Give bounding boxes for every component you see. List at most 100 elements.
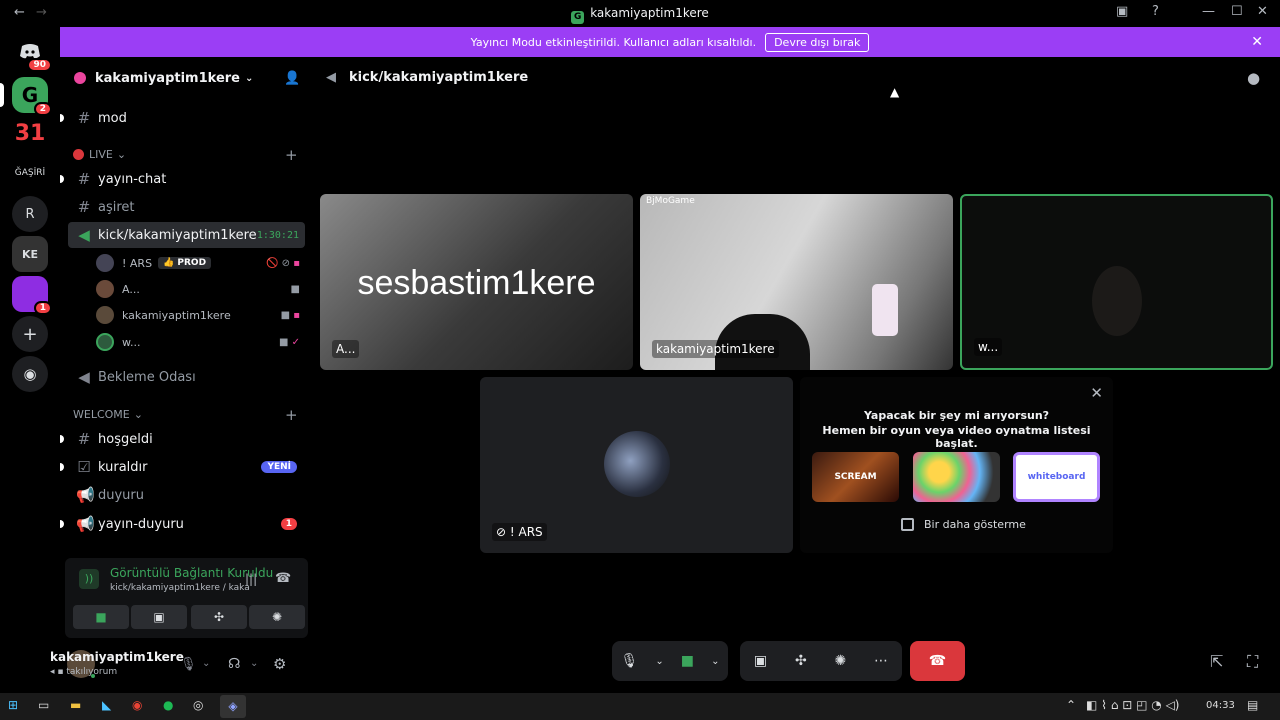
file-explorer-icon[interactable]: ▬ [70,698,81,712]
video-tile-speaking[interactable]: w... [960,194,1273,370]
channel-label: hoşgeldi [98,431,153,447]
purple-server-icon[interactable]: 1 [12,276,52,315]
close-icon[interactable]: ✕ [1251,34,1263,50]
soundboard-button[interactable]: ✺ [249,605,305,629]
activity-icon[interactable]: ✣ [795,653,807,669]
green-server-icon[interactable]: G 2 [12,77,52,116]
vscode-icon[interactable]: ◣ [102,698,111,712]
app-icon[interactable]: ◎ [193,698,203,712]
add-server-icon[interactable]: + [12,316,48,352]
add-friend-icon[interactable]: 👤 [284,71,300,86]
help-icon[interactable]: ? [1152,4,1159,19]
maximize-icon[interactable]: ☐ [1231,4,1243,19]
chat-bubble-icon[interactable]: ● [1247,69,1260,87]
discord-taskbar-icon[interactable]: ◈ [220,695,246,718]
tray-icons[interactable]: ◧ ⌇ ⌂ ⊡ ◰ ◔ ◁) [1086,698,1179,712]
connection-channel[interactable]: kick/kakamiyaptim1kere / kakamiyaptim... [110,583,250,593]
game-card-whiteboard[interactable]: whiteboard [1013,452,1100,502]
video-toggle-button[interactable]: ■ [73,605,129,629]
channel-hosgeldi[interactable]: # hoşgeldi [60,426,305,452]
activity-heading: Yapacak bir şey mi arıyorsun? [863,409,1050,422]
video-icon: ■ [290,283,300,295]
channel-duyuru[interactable]: 📢 duyuru [68,482,305,508]
channel-kuraldir[interactable]: ☑ kuraldır YENİ [60,454,305,480]
microphone-icon[interactable]: 🎙 [180,657,197,672]
voice-user[interactable]: A... ■ [96,277,306,301]
headphones-icon[interactable]: ☊ [228,656,240,672]
muted-video-icon: ⊘ [496,525,510,539]
add-channel-icon[interactable]: + [285,406,298,424]
screen-share-button[interactable]: ▣ [131,605,187,629]
server-asiri-icon[interactable]: ĞAŞİRİ [12,155,48,191]
close-window-icon[interactable]: ✕ [1257,4,1268,19]
minimize-icon[interactable]: — [1202,4,1215,19]
channel-asiret[interactable]: # aşiret [68,194,305,220]
voice-user-name: A... [122,282,140,296]
fullscreen-icon[interactable]: ⛶ [1247,652,1258,672]
voice-user-name: w... [122,335,141,349]
server-header[interactable]: kakamiyaptim1kere ⌄ 👤 [60,57,312,99]
chevron-down-icon[interactable]: ⌄ [655,656,663,667]
game-card-scream[interactable]: SCREAM [812,452,899,502]
video-tile[interactable]: sesbastim1kere A... [320,194,633,370]
voice-user[interactable]: ! ARS 👍 PROD 🚫 ⊘ ▪ [96,251,306,275]
role-tag: 👍 PROD [158,257,212,269]
settings-gear-icon[interactable]: ⚙ [273,655,286,673]
video-tile[interactable]: BjMoGame kakamiyaptim1kere [640,194,953,370]
end-call-button[interactable]: ☎ [910,641,965,681]
disconnect-icon[interactable]: ☎ [275,571,291,586]
dont-show-checkbox[interactable] [901,518,914,531]
channel-label: kuraldır [98,459,148,475]
tile-user-name: ⊘ ! ARS [492,523,547,541]
category-welcome[interactable]: WELCOME ⌄ + [73,406,298,424]
server-label: R [25,206,35,222]
screen-share-icon[interactable]: ▣ [754,653,767,669]
explore-icon[interactable]: ◉ [12,356,48,392]
microphone-icon[interactable]: 🎙 [621,653,639,669]
spotify-icon[interactable]: ● [163,698,173,712]
video-camera-icon[interactable]: ■ [681,653,694,669]
status-icons: ■ ▪ [280,309,300,321]
voice-channel-kick[interactable]: ◀ kick/kakamiyaptim1kere 1:30:21 [68,222,305,248]
server-label: 31 [14,120,46,146]
user-name[interactable]: kakamiyaptim1kere [50,650,184,664]
add-channel-icon[interactable]: + [285,146,298,164]
activity-button[interactable]: ✣ [191,605,247,629]
tray-expand-icon[interactable]: ⌃ [1066,698,1076,712]
close-icon[interactable]: ✕ [1090,384,1103,402]
discord-home-icon[interactable]: 90 [12,33,52,72]
channel-yayin-duyuru[interactable]: 📢 yayın-duyuru 1 [60,511,305,537]
category-live[interactable]: LIVE ⌄ + [73,146,298,164]
chevron-down-icon[interactable]: ⌄ [711,656,719,667]
more-options-icon[interactable]: ⋯ [874,653,888,669]
windows-start-icon[interactable]: ⊞ [8,698,18,712]
speaker-icon: ◀ [78,226,90,244]
chevron-down-icon[interactable]: ⌄ [250,658,258,669]
clock[interactable]: 04:33 [1206,700,1235,711]
server-icon [74,72,86,84]
game-card-colorful[interactable] [913,452,1000,502]
unread-indicator [60,463,64,471]
chrome-icon[interactable]: ◉ [132,698,142,712]
audio-tile[interactable]: ⊘ ! ARS [480,377,793,553]
voice-channel-bekleme[interactable]: ◀ Bekleme Odası [68,364,305,390]
notifications-icon[interactable]: ▤ [1247,698,1258,712]
windows-taskbar: ⊞ ▭ ▬ ◣ ◉ ● ◎ ◈ ⌃ ◧ ⌇ ⌂ ⊡ ◰ ◔ ◁) 04:33 ▤ [0,693,1280,720]
server-r-icon[interactable]: R [12,196,48,232]
voice-timer: 1:30:21 [256,229,299,241]
channel-label: mod [98,110,127,126]
server-31-icon[interactable]: 31 [12,115,48,151]
soundboard-icon[interactable]: ✺ [835,653,847,669]
voice-user[interactable]: kakamiyaptim1kere ■ ▪ [96,303,306,327]
channel-mod[interactable]: # mod [60,105,305,131]
voice-user[interactable]: w... ■ ✓ [96,330,306,354]
chevron-down-icon[interactable]: ⌄ [202,658,210,669]
category-label: WELCOME [73,408,130,421]
noise-suppression-icon[interactable]: ||| [245,572,257,586]
popout-icon[interactable]: ⇱ [1210,652,1223,671]
channel-yayin-chat[interactable]: # yayın-chat [60,166,305,192]
inbox-icon[interactable]: ▣ [1116,4,1128,19]
task-view-icon[interactable]: ▭ [38,698,49,712]
disable-streamer-mode-button[interactable]: Devre dışı bırak [765,32,870,52]
server-ke-icon[interactable]: KE [12,236,48,272]
